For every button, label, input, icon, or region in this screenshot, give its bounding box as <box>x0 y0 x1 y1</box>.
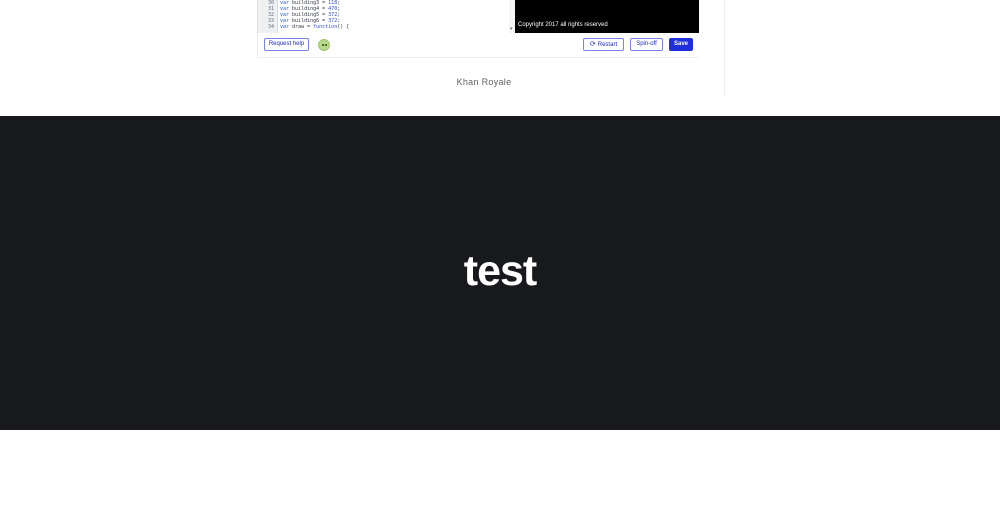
author-name: Khan Royale <box>456 77 512 87</box>
restart-button[interactable]: ⟳ Restart <box>583 38 624 51</box>
restart-label: Restart <box>597 42 618 48</box>
dark-hero-band: test <box>0 116 1000 430</box>
editor-area: 30 31 32 33 34 var building3 = 118; var … <box>257 0 699 33</box>
canvas-copyright-text: Copyright 2017 all rights reserved <box>518 22 608 28</box>
save-button[interactable]: Save <box>669 38 693 51</box>
spin-off-button[interactable]: Spin-off <box>630 38 663 51</box>
code-line: var draw = function() { <box>280 24 350 30</box>
refresh-icon: ⟳ <box>589 41 596 48</box>
scroll-down-icon[interactable]: ▾ <box>510 27 513 32</box>
line-number: 34 <box>267 24 274 30</box>
code-editor[interactable]: var building3 = 118; var building4 = 470… <box>280 0 510 33</box>
hero-title: test <box>463 247 537 295</box>
editor-toolbar: Request help ⟳ Restart Spin-off Save <box>257 33 699 58</box>
request-help-button[interactable]: Request help <box>264 38 309 51</box>
green-avatar-icon[interactable] <box>318 39 330 51</box>
output-canvas[interactable]: Copyright 2017 all rights reserved <box>515 0 699 33</box>
line-number-gutter: 30 31 32 33 34 <box>258 0 278 33</box>
